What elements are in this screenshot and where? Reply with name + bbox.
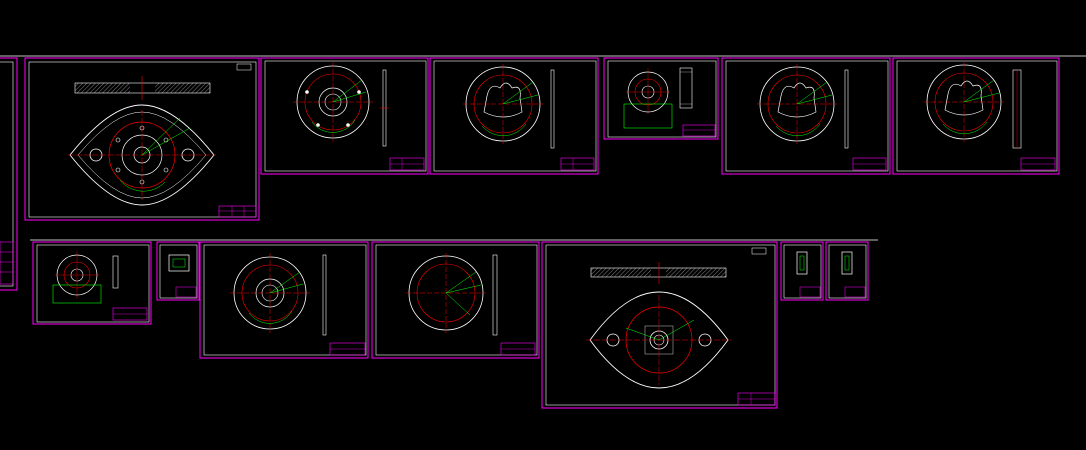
- drawing-sheet-8[interactable]: [156, 241, 200, 301]
- title-block: [112, 307, 148, 321]
- title-block: [799, 286, 821, 298]
- circular-plate-drawing-icon: [293, 62, 389, 147]
- drawing-sheet-1[interactable]: [24, 57, 260, 221]
- drawing-sheet-partial-left[interactable]: [0, 57, 18, 291]
- title-block: [1020, 157, 1056, 171]
- cam-plate-drawing-icon: [757, 64, 849, 149]
- drawing-sheet-10[interactable]: [371, 241, 540, 359]
- title-block: [682, 124, 716, 137]
- circular-plate-drawing-icon: [230, 253, 327, 336]
- title-block: [389, 157, 425, 171]
- small-fixture-drawing-icon: [623, 67, 693, 129]
- drawing-sheet-3[interactable]: [429, 57, 599, 175]
- flange-plan-drawing-icon: [68, 63, 252, 206]
- detail-part-drawing-icon: [168, 254, 190, 272]
- title-block: [844, 286, 866, 298]
- drawing-sheet-9[interactable]: [199, 241, 369, 359]
- title-block: [852, 157, 887, 171]
- small-fixture-drawing-icon: [52, 251, 119, 304]
- drawing-sheet-4[interactable]: [603, 57, 719, 140]
- title-block: [329, 342, 366, 356]
- title-block: [175, 286, 197, 298]
- cam-plate-drawing-icon: [463, 64, 555, 149]
- drawing-sheet-13[interactable]: [825, 241, 869, 301]
- drawing-sheet-5[interactable]: [721, 57, 891, 175]
- cam-plate-drawing-icon: [924, 62, 1022, 149]
- title-block: [737, 392, 776, 406]
- circular-plate-drawing-icon: [406, 253, 498, 336]
- title-block: [560, 157, 595, 171]
- drawing-sheet-12[interactable]: [780, 241, 824, 301]
- detail-part-drawing-icon: [841, 251, 853, 275]
- title-block: [218, 205, 257, 218]
- flange-plan-drawing-icon: [586, 247, 767, 389]
- drawing-sheet-2[interactable]: [260, 57, 429, 175]
- detail-part-drawing-icon: [796, 251, 808, 275]
- drawing-sheet-6[interactable]: [892, 57, 1060, 175]
- cad-model-space-viewport[interactable]: [0, 0, 1086, 450]
- drawing-sheet-7[interactable]: [32, 241, 152, 325]
- drawing-canvas[interactable]: [0, 0, 1086, 450]
- drawing-sheet-11[interactable]: [541, 241, 778, 409]
- title-block: [500, 342, 536, 356]
